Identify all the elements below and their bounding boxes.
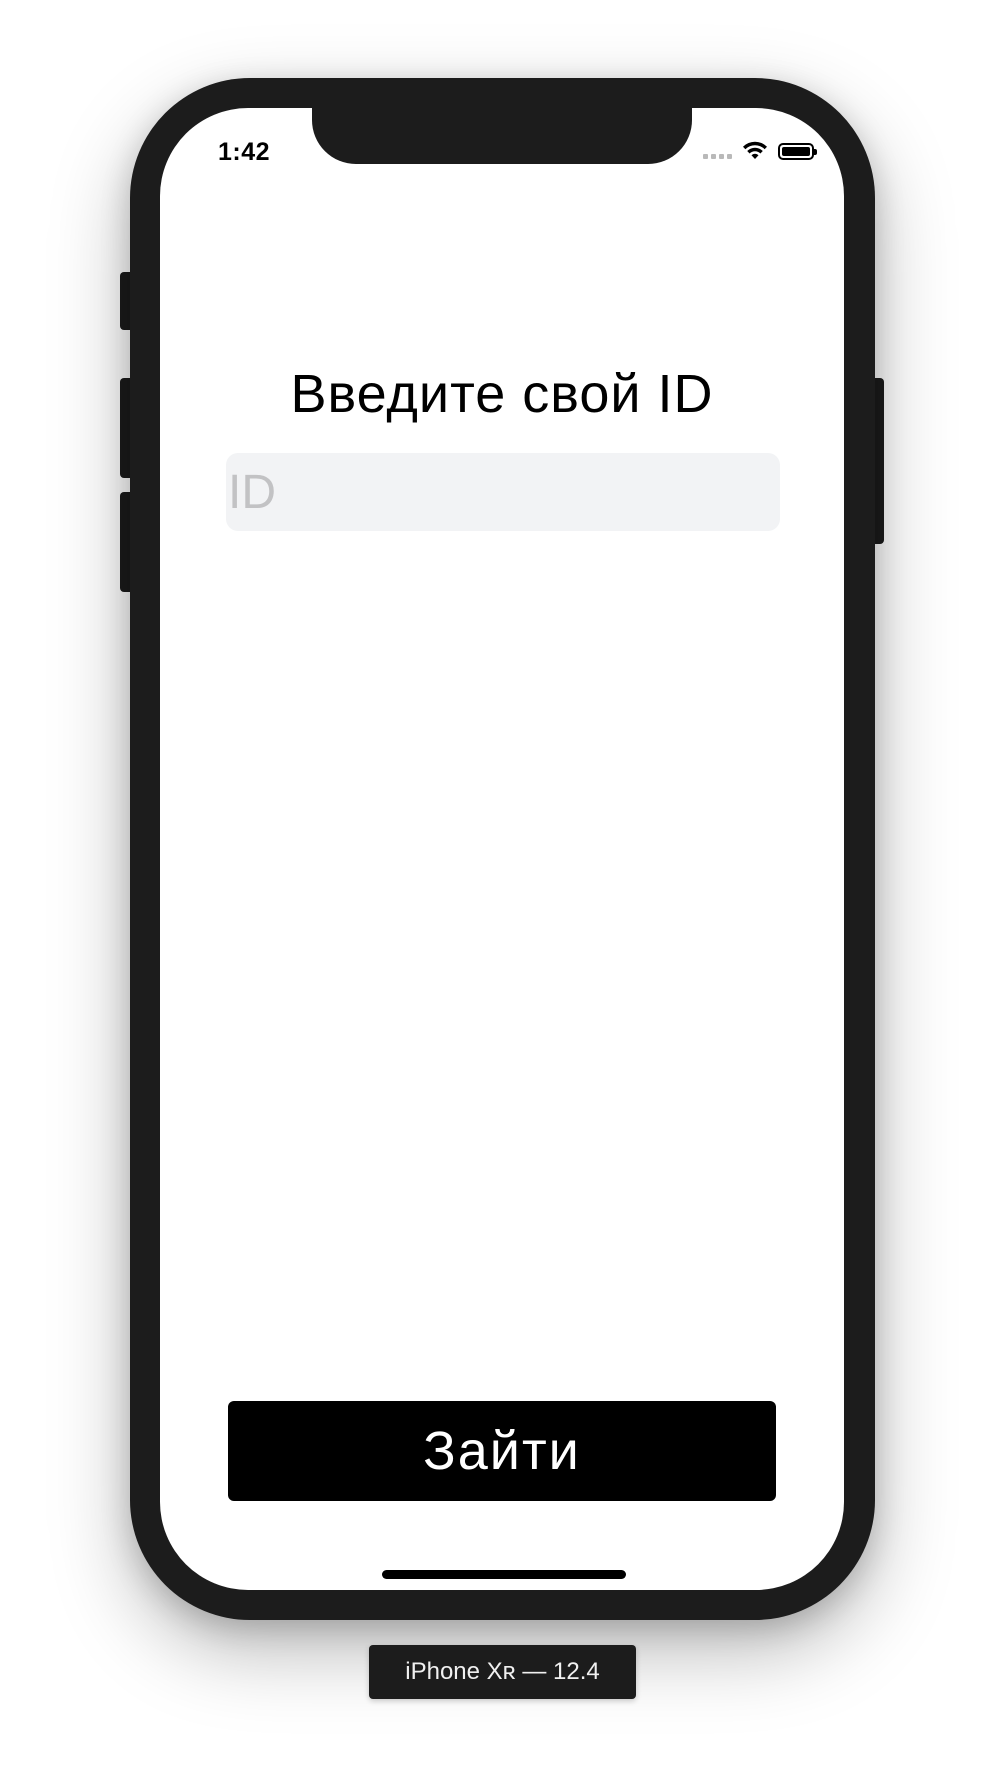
simulator-stage: 1:42 Введите свой ID Зайти iPhone Xʀ — 1… — [0, 0, 1004, 1770]
status-time: 1:42 — [218, 138, 271, 166]
wifi-icon — [742, 141, 768, 161]
notch — [312, 108, 692, 164]
cellular-signal-icon — [703, 143, 732, 159]
status-icons — [703, 141, 817, 161]
page-title: Введите свой ID — [290, 364, 714, 424]
login-button[interactable]: Зайти — [228, 1401, 776, 1501]
device-label: iPhone Xʀ — 12.4 — [369, 1645, 636, 1699]
battery-level — [782, 146, 810, 156]
home-indicator[interactable] — [382, 1570, 626, 1579]
phone-screen: 1:42 Введите свой ID Зайти — [160, 108, 844, 1590]
battery-icon — [778, 142, 817, 160]
id-input[interactable] — [226, 453, 780, 531]
